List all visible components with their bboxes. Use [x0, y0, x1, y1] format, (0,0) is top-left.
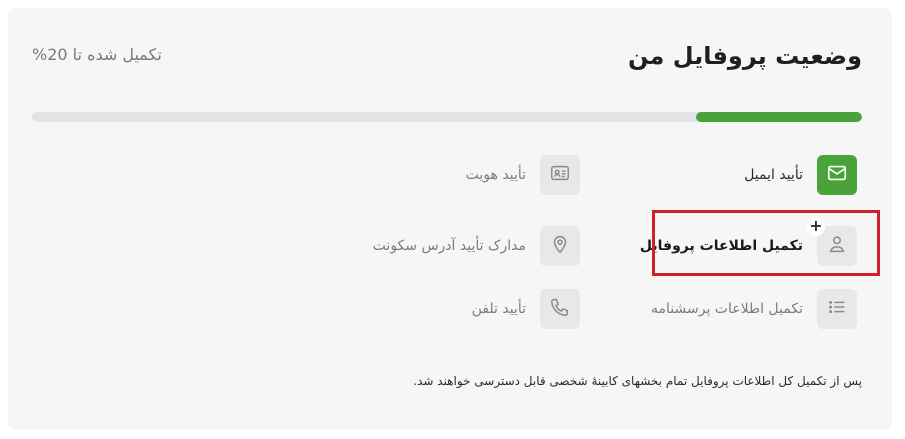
step-email-icon-box: [817, 155, 857, 195]
step-phone-verification[interactable]: تأیید تلفن: [472, 289, 580, 329]
list-icon: [826, 296, 848, 322]
step-email-verification[interactable]: تأیید ایمیل: [744, 155, 857, 195]
step-address-icon-box: [540, 226, 580, 266]
step-identity-verification[interactable]: تأیید هویت: [466, 155, 580, 195]
envelope-icon: [826, 162, 848, 188]
progress-bar: [32, 112, 862, 122]
step-phone-icon-box: [540, 289, 580, 329]
page-title: وضعیت پروفایل من: [627, 42, 862, 70]
id-card-icon: [549, 162, 571, 188]
phone-icon: [549, 296, 571, 322]
step-questionnaire-icon-box: [817, 289, 857, 329]
step-label: تأیید هویت: [465, 167, 526, 183]
step-label: تأیید ایمیل: [744, 167, 803, 183]
progress-text: تکمیل شده تا 20%: [32, 45, 162, 64]
step-questionnaire[interactable]: تکمیل اطلاعات پرسشنامه: [651, 289, 857, 329]
location-pin-icon: [549, 233, 571, 259]
step-label: تکمیل اطلاعات پرسشنامه: [651, 301, 803, 317]
highlight-frame: [652, 210, 880, 276]
step-label: تأیید تلفن: [471, 301, 526, 317]
step-address-documents[interactable]: مدارک تأیید آدرس سکونت: [373, 226, 580, 266]
step-identity-icon-box: [540, 155, 580, 195]
step-label: مدارک تأیید آدرس سکونت: [372, 238, 526, 254]
footnote-text: پس از تکمیل کل اطلاعات پروفایل تمام بخشه…: [413, 374, 862, 388]
progress-fill: [696, 112, 862, 122]
